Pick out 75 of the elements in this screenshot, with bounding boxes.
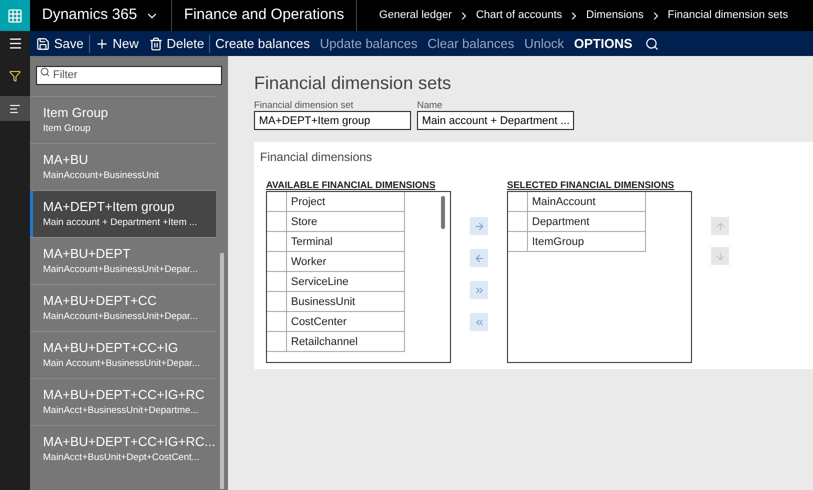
delete-button[interactable]: Delete <box>144 32 210 56</box>
section-title: Financial dimensions <box>260 149 374 166</box>
list-item[interactable]: MA+DEPT+Item group Main account + Department +Item ... <box>30 190 216 237</box>
delete-icon <box>148 36 163 50</box>
list-item[interactable]: MA+BU+DEPT+CC+IG Main Account+BusinessUnit+Depar... <box>30 331 216 378</box>
list-item[interactable]: MA+BU+DEPT+CC+IG+RC MainAcct+BusinessUnit+Departme... <box>30 378 216 425</box>
search-icon <box>645 36 660 50</box>
grid-cell[interactable]: ItemGroup <box>528 232 646 251</box>
grid-cell[interactable]: Department <box>528 212 646 231</box>
arrow-icon <box>474 220 484 232</box>
page-title: Financial dimension sets <box>254 72 452 94</box>
grid-heading: AVAILABLE FINANCIAL DIMENSIONS <box>266 180 436 191</box>
field-label: Name <box>417 100 444 111</box>
grid-cell[interactable]: ServiceLine <box>287 272 405 291</box>
grid-cell[interactable]: CostCenter <box>287 312 405 331</box>
item-title: MA+BU+DEPT+CC+IG+RC... <box>43 433 216 451</box>
grid-cell[interactable]: MainAccount <box>528 192 646 211</box>
item-subtitle: Main account + Department +Item ... <box>43 216 198 230</box>
grid-cell[interactable]: Retailchannel <box>287 332 405 351</box>
grid-cell[interactable]: Worker <box>287 252 405 271</box>
item-subtitle: MainAccount+BusinessUnit+Depar... <box>43 310 199 324</box>
breadcrumb-link[interactable]: Financial dimension sets <box>668 7 788 24</box>
remove-button[interactable] <box>470 249 488 267</box>
text-field[interactable]: Main account + Department ... <box>417 111 574 130</box>
list-button[interactable] <box>0 96 30 121</box>
menu-icon <box>8 36 22 51</box>
toolbar-button[interactable]: Create balances <box>210 32 315 56</box>
save-icon <box>36 36 50 50</box>
item-subtitle: MainAcct+BusUnit+Dept+CostCent... <box>43 451 201 465</box>
scrollbar-thumb[interactable] <box>220 253 224 489</box>
item-title: MA+BU+DEPT+CC <box>43 292 158 310</box>
item-title: MA+BU+DEPT+CC+IG+RC <box>43 386 206 404</box>
list-icon <box>9 102 21 114</box>
grid-cell[interactable]: BusinessUnit <box>287 292 405 311</box>
list-item[interactable]: MA+BU+DEPT+CC+IG+RC... MainAcct+BusUnit+Dept+CostCent... <box>30 425 216 472</box>
item-title: Item Group <box>43 104 110 122</box>
list-item[interactable]: MA+BU+DEPT MainAccount+BusinessUnit+Depar... <box>30 237 216 284</box>
remove-all-button[interactable] <box>470 313 488 331</box>
menu-button[interactable] <box>0 31 30 56</box>
list-item[interactable]: Item Group Item Group <box>30 96 216 143</box>
options-button[interactable]: OPTIONS <box>568 32 638 56</box>
filter-field[interactable]: Filter <box>36 66 222 84</box>
item-subtitle: MainAccount+BusinessUnit+Depar... <box>43 263 199 277</box>
grid-cell[interactable]: Store <box>287 212 405 231</box>
add-all-button[interactable] <box>470 281 488 299</box>
breadcrumb-link[interactable]: Dimensions <box>586 7 644 24</box>
arrow-icon <box>474 284 484 296</box>
save-button[interactable]: Save <box>31 32 89 56</box>
add-button[interactable] <box>470 217 488 235</box>
item-subtitle: Item Group <box>43 122 92 136</box>
new-icon <box>94 36 109 50</box>
item-title: MA+BU+DEPT <box>43 245 132 263</box>
scrollbar-thumb[interactable] <box>441 196 445 229</box>
text-field[interactable]: MA+DEPT+Item group <box>254 111 411 130</box>
filter-icon <box>9 70 21 82</box>
item-title: MA+DEPT+Item group <box>43 198 176 216</box>
field-label: Financial dimension set <box>254 100 354 111</box>
breadcrumb-link[interactable]: General ledger <box>379 7 452 24</box>
search-icon <box>40 67 50 77</box>
grid-cell[interactable]: Project <box>287 192 405 211</box>
arrow-icon <box>714 220 726 232</box>
item-subtitle: MainAcct+BusinessUnit+Departme... <box>43 404 200 418</box>
item-subtitle: MainAccount+BusinessUnit <box>43 169 160 183</box>
grid-cell[interactable]: Terminal <box>287 232 405 251</box>
grid-heading: SELECTED FINANCIAL DIMENSIONS <box>507 180 676 191</box>
arrow-icon <box>714 250 726 262</box>
breadcrumb-link[interactable]: Chart of accounts <box>476 7 562 24</box>
item-title: MA+BU <box>43 151 90 169</box>
item-subtitle: Main Account+BusinessUnit+Depar... <box>43 357 201 371</box>
new-button[interactable]: New <box>90 32 144 56</box>
list-item[interactable]: MA+BU+DEPT+CC MainAccount+BusinessUnit+Depar... <box>30 284 216 331</box>
grid-icon <box>7 8 23 24</box>
arrow-icon <box>474 316 484 328</box>
arrow-icon <box>474 252 484 264</box>
item-title: MA+BU+DEPT+CC+IG <box>43 339 180 357</box>
